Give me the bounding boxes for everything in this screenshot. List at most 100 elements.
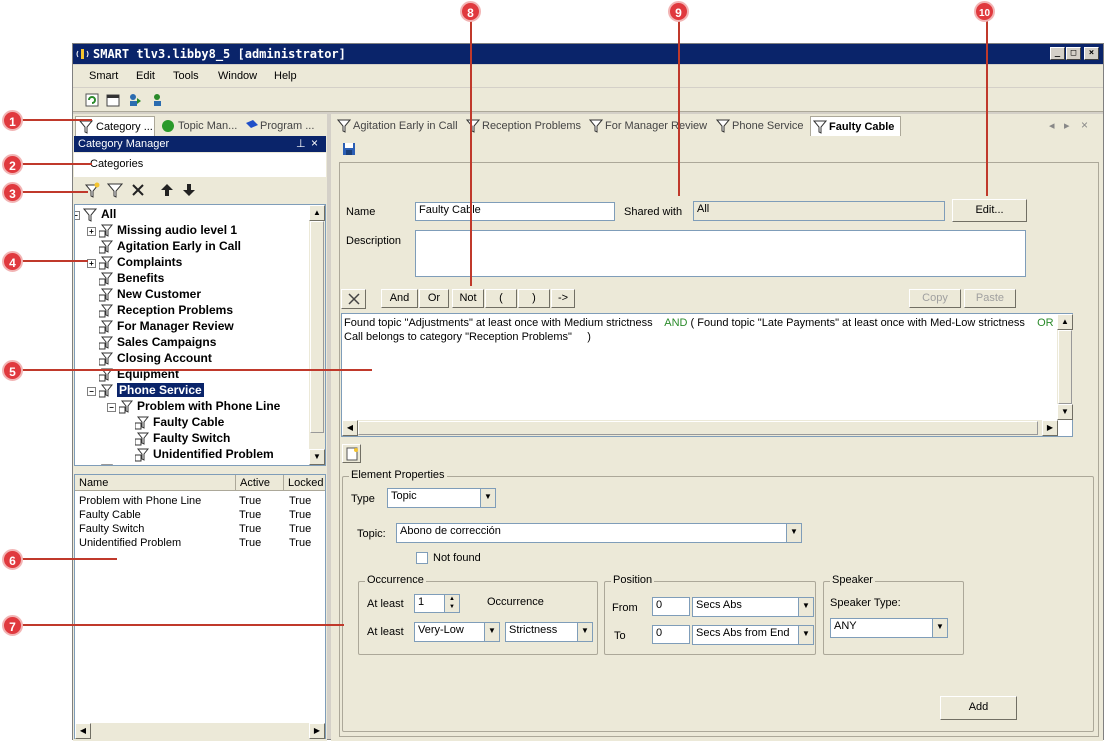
type-select[interactable]: Topic ▼ <box>387 488 496 508</box>
menu-help[interactable]: Help <box>274 70 297 82</box>
open-paren-button[interactable]: ( <box>485 289 517 308</box>
tree-item[interactable]: Reception Problems <box>99 303 233 319</box>
tree-item[interactable]: − All <box>75 207 116 223</box>
paste-button[interactable]: Paste <box>964 289 1016 308</box>
move-up-icon[interactable] <box>160 183 174 197</box>
and-button[interactable]: And <box>381 289 418 308</box>
tree-item[interactable]: Benefits <box>99 271 164 287</box>
chevron-down-icon[interactable]: ▼ <box>932 619 947 637</box>
new-element-button[interactable] <box>342 444 361 463</box>
name-field[interactable]: Faulty Cable <box>415 202 615 221</box>
doc-tab-reception[interactable]: Reception Problems <box>464 116 581 136</box>
occurrence-count-stepper[interactable]: 1 ▲ ▼ <box>414 594 460 613</box>
close-button[interactable]: × <box>1084 47 1099 60</box>
scroll-thumb[interactable] <box>310 221 324 433</box>
table-row[interactable]: Faulty Switch True True <box>75 523 325 537</box>
tree-item[interactable]: Faulty Cable <box>135 415 224 431</box>
expr-scroll-right-icon[interactable]: ▶ <box>1042 420 1058 436</box>
expand-icon[interactable]: + <box>87 227 96 236</box>
tree-item[interactable]: − Phone Service <box>87 383 204 399</box>
grid-hscroll[interactable]: ◀ ▶ <box>75 723 325 739</box>
menu-window[interactable]: Window <box>218 70 257 82</box>
tree-item[interactable]: Unidentified Problem <box>135 447 274 463</box>
tree-item[interactable]: Agitation Early in Call <box>99 239 241 255</box>
chevron-down-icon[interactable]: ▼ <box>798 598 813 616</box>
description-field[interactable] <box>415 230 1026 277</box>
collapse-icon[interactable]: − <box>87 387 96 396</box>
table-row[interactable]: Unidentified Problem True True <box>75 537 325 551</box>
close-paren-button[interactable]: ) <box>518 289 550 308</box>
not-button[interactable]: Not <box>452 289 484 308</box>
tree-item[interactable]: Sales Campaigns <box>99 335 216 351</box>
tab-prev-icon[interactable]: ◂ <box>1049 119 1055 132</box>
filter-icon[interactable] <box>107 182 123 198</box>
col-name[interactable]: Name <box>79 477 108 489</box>
scroll-up-icon[interactable]: ▲ <box>309 205 325 221</box>
clear-expression-button[interactable] <box>341 289 366 309</box>
doc-tab-agitation[interactable]: Agitation Early in Call <box>335 116 458 136</box>
copy-button[interactable]: Copy <box>909 289 961 308</box>
chevron-down-icon[interactable]: ▼ <box>484 623 499 641</box>
collapse-icon[interactable]: − <box>75 211 80 220</box>
doc-tab-faulty-cable[interactable]: Faulty Cable <box>810 116 902 136</box>
chevron-down-icon[interactable]: ▼ <box>577 623 592 641</box>
scroll-right-icon[interactable]: ▶ <box>309 723 325 739</box>
tree-item[interactable]: Faulty Switch <box>135 431 230 447</box>
to-unit-select[interactable]: Secs Abs from End ▼ <box>692 625 814 645</box>
tree-item[interactable]: Closing Account <box>99 351 212 367</box>
expr-and[interactable]: AND <box>664 317 687 329</box>
col-active[interactable]: Active <box>235 475 274 491</box>
collapse-icon[interactable]: − <box>107 403 116 412</box>
topic-select[interactable]: Abono de corrección ▼ <box>396 523 802 543</box>
tree-item[interactable]: − Problem with Phone Line <box>107 399 280 415</box>
spin-icon[interactable]: ▲ ▼ <box>444 595 459 612</box>
expr-or[interactable]: OR <box>1037 317 1054 329</box>
from-unit-select[interactable]: Secs Abs ▼ <box>692 597 814 617</box>
menu-edit[interactable]: Edit <box>136 70 155 82</box>
expression-editor[interactable]: Found topic "Adjustments" at least once … <box>341 313 1073 437</box>
expr-scroll-left-icon[interactable]: ◀ <box>342 420 358 436</box>
tree-item[interactable]: New Customer <box>99 287 201 303</box>
speaker-type-select[interactable]: ANY ▼ <box>830 618 948 638</box>
expr-scroll-thumb[interactable] <box>1058 330 1072 404</box>
expr-clause-1[interactable]: Found topic "Adjustments" at least once … <box>344 317 653 329</box>
tree-item[interactable]: + Complaints <box>87 255 182 271</box>
expr-hscroll-thumb[interactable] <box>358 421 1038 435</box>
scroll-down-icon[interactable]: ▼ <box>309 449 325 465</box>
save-icon[interactable] <box>342 142 356 156</box>
chevron-down-icon[interactable]: ▼ <box>480 489 495 507</box>
refresh-icon[interactable] <box>85 93 99 107</box>
add-button[interactable]: Add <box>940 696 1017 720</box>
tab-program[interactable]: Program ... <box>243 118 323 136</box>
not-found-checkbox[interactable] <box>416 552 428 564</box>
expr-scroll-up-icon[interactable]: ▲ <box>1057 314 1073 330</box>
expression-line-2[interactable]: Call belongs to category "Reception Prob… <box>344 331 591 343</box>
edit-button[interactable]: Edit... <box>952 199 1027 222</box>
strictness-select[interactable]: Strictness ▼ <box>505 622 593 642</box>
tabs-close-icon[interactable]: × <box>1081 118 1088 132</box>
tab-topic-manager[interactable]: Topic Man... <box>159 118 239 136</box>
chevron-down-icon[interactable]: ▼ <box>798 626 813 644</box>
doc-tab-phone-service[interactable]: Phone Service <box>714 116 804 136</box>
arrow-button[interactable]: -> <box>551 289 575 308</box>
expr-hscroll[interactable]: ◀ ▶ <box>342 420 1058 436</box>
delete-icon[interactable] <box>130 182 146 198</box>
maximize-button[interactable]: □ <box>1066 47 1081 60</box>
user-transfer-icon[interactable] <box>151 93 165 107</box>
table-row[interactable]: Faulty Cable True True <box>75 509 325 523</box>
tab-next-icon[interactable]: ▸ <box>1064 119 1070 132</box>
or-button[interactable]: Or <box>419 289 449 308</box>
new-category-icon[interactable] <box>84 182 100 198</box>
minimize-button[interactable]: _ <box>1050 47 1065 60</box>
level-select[interactable]: Very-Low ▼ <box>414 622 500 642</box>
expand-icon[interactable]: + <box>87 259 96 268</box>
shared-with-field[interactable]: All <box>693 201 945 221</box>
panel-close-icon[interactable]: × <box>311 136 318 150</box>
menu-smart[interactable]: Smart <box>89 70 118 82</box>
scroll-left-icon[interactable]: ◀ <box>75 723 91 739</box>
to-field[interactable]: 0 <box>652 625 690 644</box>
tree-item[interactable]: + Missing audio level 1 <box>87 223 237 239</box>
tree-item[interactable]: For Manager Review <box>99 319 234 335</box>
expr-scroll-down-icon[interactable]: ▼ <box>1057 404 1073 420</box>
menu-tools[interactable]: Tools <box>173 70 199 82</box>
